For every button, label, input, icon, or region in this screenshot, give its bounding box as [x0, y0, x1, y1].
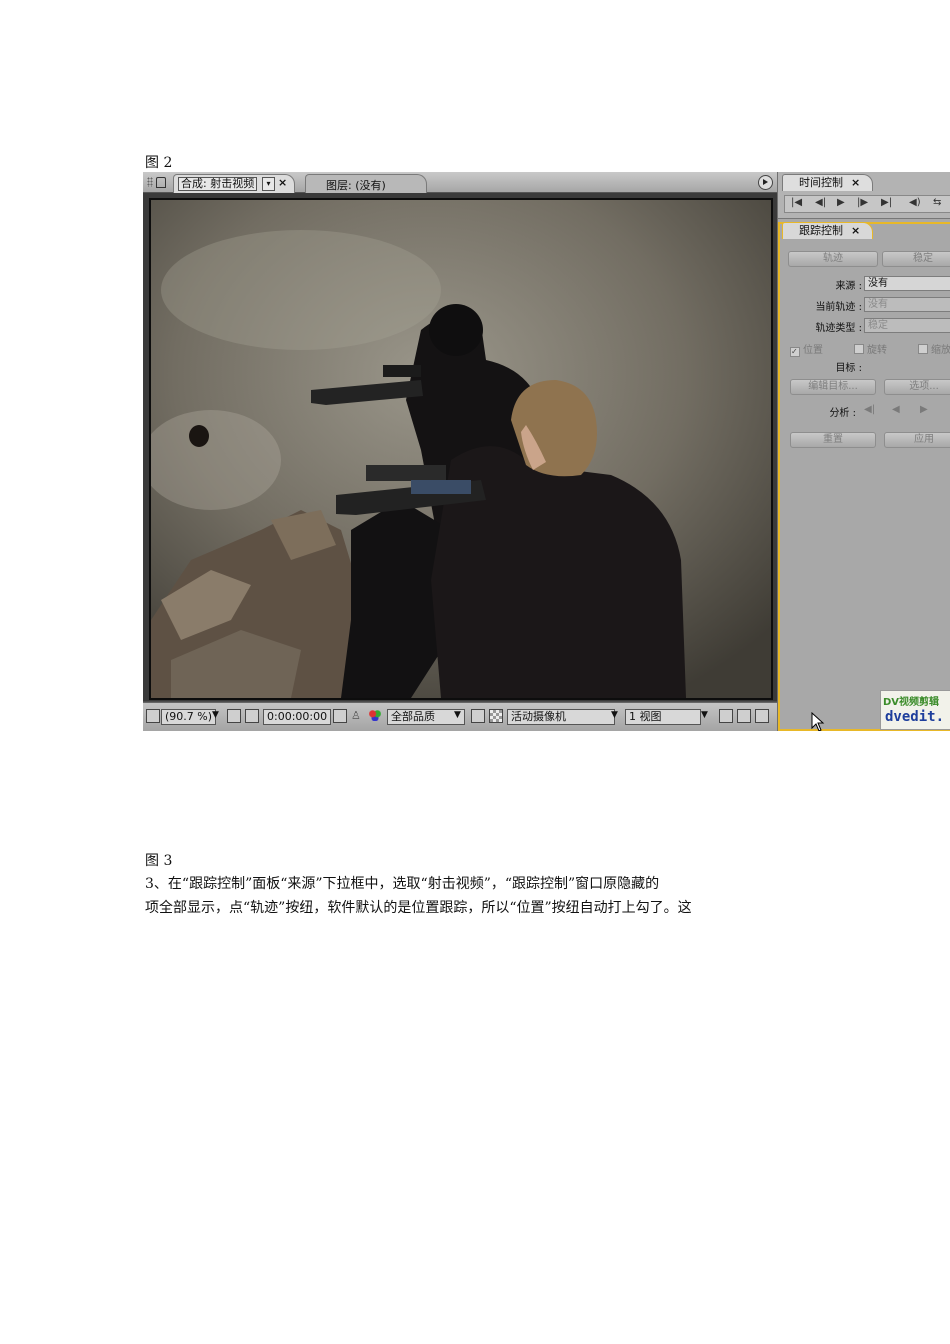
- next-frame-icon[interactable]: |▶: [857, 197, 868, 208]
- close-icon[interactable]: ×: [851, 176, 860, 189]
- tab-time-controls[interactable]: 时间控制 ×: [782, 174, 874, 191]
- composition-viewer: [143, 193, 777, 701]
- fast-preview-icon[interactable]: [737, 709, 751, 723]
- camera-dropdown[interactable]: 活动摄像机: [507, 709, 615, 725]
- layout-icon[interactable]: [719, 709, 733, 723]
- region-icon[interactable]: [471, 709, 485, 723]
- edit-target-button[interactable]: 编辑目标...: [790, 379, 876, 395]
- checkbox-icon: [854, 344, 864, 354]
- tracker-controls-panel: 跟踪控制 × 轨迹 稳定 来源 : 没有 当前轨迹 : 没有 轨迹类型 : 稳定 …: [778, 222, 950, 731]
- figure-3-caption: 图 3: [145, 853, 173, 869]
- timecode-field[interactable]: 0:00:00:00: [263, 709, 332, 725]
- first-frame-icon[interactable]: |◀: [791, 197, 802, 208]
- tab-layer[interactable]: 图层: (没有): [305, 174, 427, 193]
- color-channels-icon[interactable]: [369, 709, 381, 721]
- chevron-down-icon[interactable]: ▼: [701, 710, 708, 720]
- track-type-dropdown[interactable]: 稳定: [864, 318, 950, 333]
- apply-button[interactable]: 应用: [884, 432, 950, 448]
- options-button[interactable]: 选项...: [884, 379, 950, 395]
- chevron-down-icon[interactable]: ▼: [454, 710, 461, 720]
- paragraph-line-1: 3、在“跟踪控制”面板“来源”下拉框中，选取“射击视频”，“跟踪控制”窗口原隐藏…: [145, 876, 660, 892]
- watermark-line1: DV视频剪辑: [883, 697, 940, 708]
- zoom-dropdown[interactable]: (90.7 %): [161, 709, 217, 725]
- transport-controls: |◀ ◀| ▶ |▶ ▶| ◀) ⇆: [784, 195, 950, 213]
- last-frame-icon[interactable]: ▶|: [881, 197, 892, 208]
- scale-label: 缩放: [931, 345, 950, 356]
- figure-2-caption: 图 2: [145, 155, 173, 171]
- composition-name: 合成: 射击视频: [178, 177, 258, 191]
- person-icon[interactable]: ♙: [351, 709, 363, 722]
- position-label: 位置: [803, 345, 823, 356]
- watermark-line2: dvedit.: [885, 709, 945, 725]
- analyze-backward-icon[interactable]: ◀|: [864, 404, 875, 415]
- close-icon[interactable]: ×: [278, 176, 287, 189]
- chevron-down-icon[interactable]: ▼: [212, 710, 219, 720]
- composition-tab-bar: 合成: 射击视频 ▾ × 图层: (没有): [143, 172, 777, 193]
- display-icon[interactable]: [146, 709, 160, 723]
- layer-tab-label: 图层: (没有): [326, 179, 386, 192]
- tab-composition[interactable]: 合成: 射击视频 ▾ ×: [173, 174, 295, 193]
- tab-tracker-controls[interactable]: 跟踪控制 ×: [782, 222, 874, 239]
- snapshot-icon[interactable]: [333, 709, 347, 723]
- video-frame: [149, 198, 773, 700]
- current-track-label: 当前轨迹 :: [815, 302, 862, 313]
- audio-icon[interactable]: ◀): [909, 197, 921, 208]
- panel-menu-icon[interactable]: [758, 175, 773, 190]
- transparency-grid-icon[interactable]: [489, 709, 503, 723]
- time-controls-panel: 时间控制 × |◀ ◀| ▶ |▶ ▶| ◀) ⇆: [778, 172, 950, 219]
- safe-area-icon[interactable]: [245, 709, 259, 723]
- track-motion-button[interactable]: 轨迹: [788, 251, 878, 267]
- flowchart-icon[interactable]: [755, 709, 769, 723]
- chevron-down-icon[interactable]: ▾: [262, 177, 275, 191]
- lock-icon[interactable]: [156, 177, 166, 188]
- chevron-down-icon[interactable]: ▼: [611, 710, 618, 720]
- track-type-label: 轨迹类型 :: [815, 323, 862, 334]
- body-paragraph: 3、在“跟踪控制”面板“来源”下拉框中，选取“射击视频”，“跟踪控制”窗口原隐藏…: [145, 872, 825, 920]
- checkmark-icon: ✓: [790, 347, 800, 357]
- checkbox-icon: [918, 344, 928, 354]
- panel-grip-icon[interactable]: [147, 177, 153, 187]
- paragraph-line-2: 项全部显示，点“轨迹”按纽，软件默认的是位置跟踪，所以“位置”按纽自动打上勾了。…: [145, 900, 692, 916]
- viewer-status-bar: (90.7 %) ▼ 0:00:00:00 ♙ 全部品质 ▼ 活动摄像机 ▼ 1…: [143, 702, 777, 731]
- analyze-label: 分析 :: [829, 408, 856, 419]
- watermark-logo: DV视频剪辑 dvedit.: [880, 690, 950, 730]
- rotation-label: 旋转: [867, 345, 887, 356]
- analyze-forward-play-icon[interactable]: ▶: [920, 404, 928, 415]
- composition-panel: 合成: 射击视频 ▾ × 图层: (没有) (90.7 %) ▼ 0:00:00…: [143, 172, 777, 731]
- play-icon[interactable]: ▶: [837, 197, 845, 208]
- analyze-backward-play-icon[interactable]: ◀: [892, 404, 900, 415]
- previous-frame-icon[interactable]: ◀|: [815, 197, 826, 208]
- loop-icon[interactable]: ⇆: [933, 197, 941, 208]
- close-icon[interactable]: ×: [851, 224, 860, 237]
- position-checkbox[interactable]: ✓ 位置: [790, 341, 823, 357]
- scale-checkbox[interactable]: 缩放: [918, 341, 950, 356]
- after-effects-screenshot: 合成: 射击视频 ▾ × 图层: (没有) (90.7 %) ▼ 0:00:00…: [143, 172, 950, 731]
- tracker-controls-title: 跟踪控制: [799, 224, 843, 237]
- reset-button[interactable]: 重置: [790, 432, 876, 448]
- current-track-dropdown[interactable]: 没有: [864, 297, 950, 312]
- views-dropdown[interactable]: 1 视图: [625, 709, 701, 725]
- right-panels: 时间控制 × |◀ ◀| ▶ |▶ ▶| ◀) ⇆ 跟踪控制 × 轨迹 稳定 来源 …: [778, 172, 950, 731]
- rotation-checkbox[interactable]: 旋转: [854, 341, 887, 356]
- mouse-cursor-icon: [811, 712, 825, 731]
- target-label: 目标 :: [835, 363, 862, 374]
- stabilize-button[interactable]: 稳定: [882, 251, 950, 267]
- shooting-scene-image: [151, 200, 771, 698]
- grid-icon[interactable]: [227, 709, 241, 723]
- time-controls-title: 时间控制: [799, 176, 843, 189]
- source-dropdown[interactable]: 没有: [864, 276, 950, 291]
- source-label: 来源 :: [835, 281, 862, 292]
